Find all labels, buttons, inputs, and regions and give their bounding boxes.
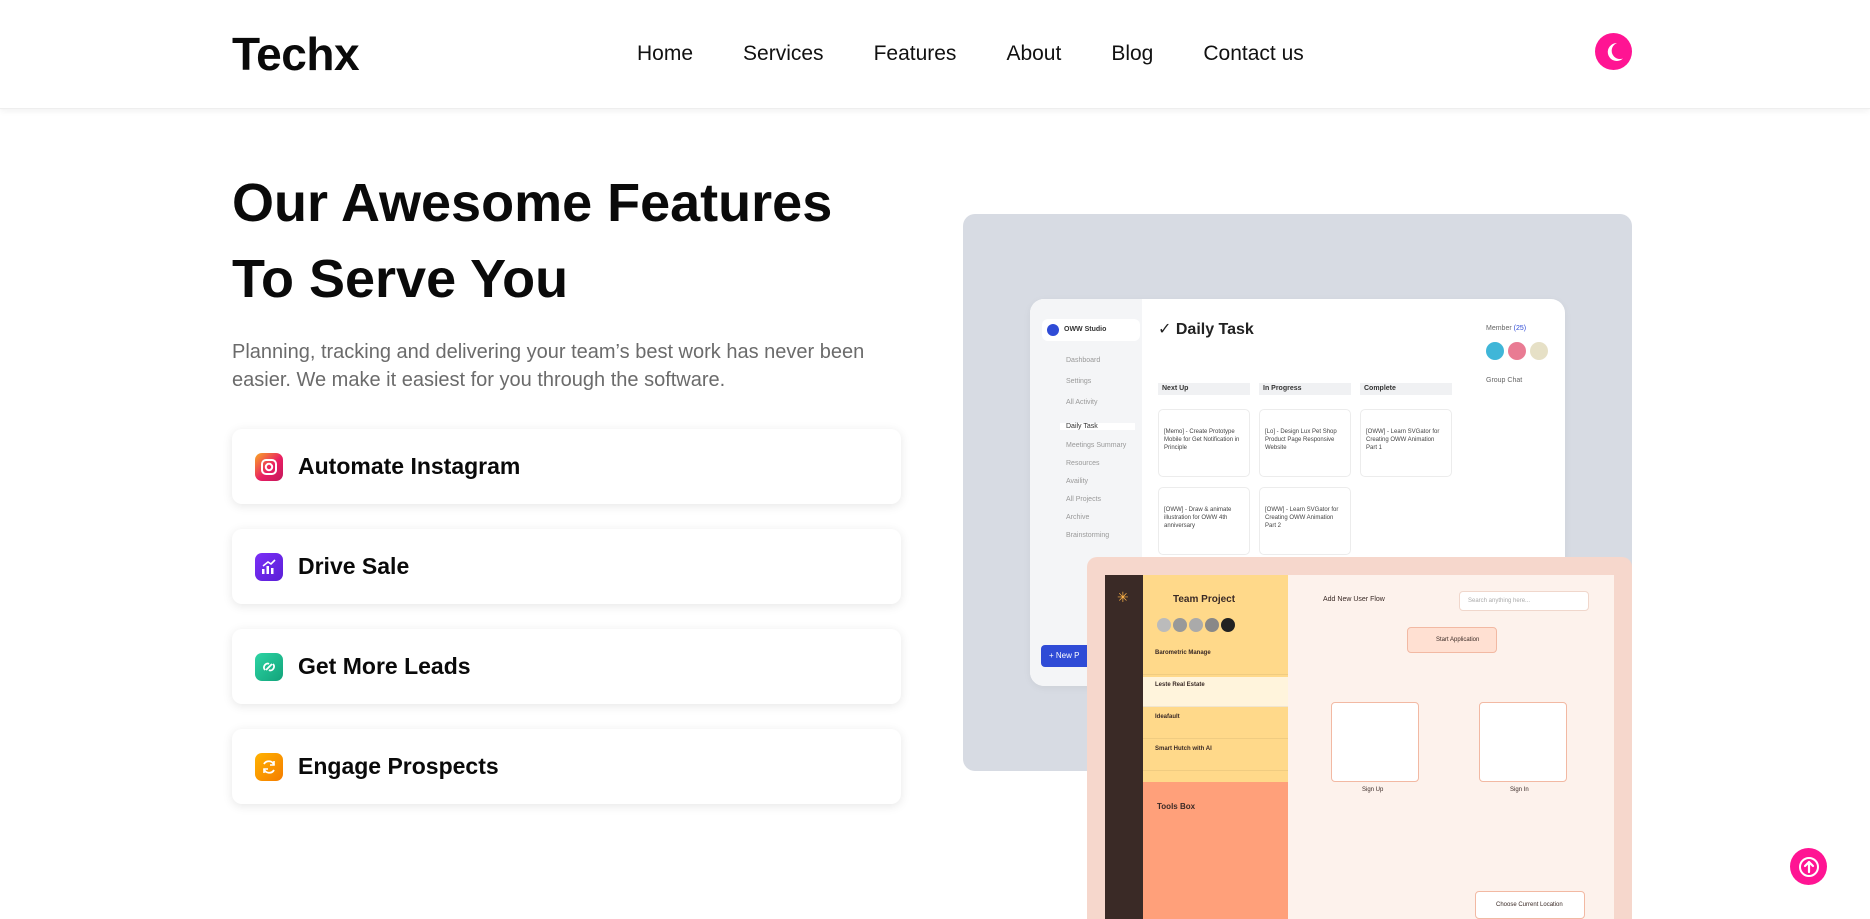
main-nav: Home Services Features About Blog Contac… xyxy=(637,40,1354,68)
team-avatars xyxy=(1157,618,1235,632)
project-row: Ideafault xyxy=(1143,709,1288,739)
arrow-up-icon xyxy=(1798,856,1819,877)
team-project-title: Team Project xyxy=(1173,594,1236,605)
avatar xyxy=(1157,618,1171,632)
title-line-2: To Serve You xyxy=(232,249,569,309)
team-project-mockup: ✳ Team Project Barometric Manage Leste R… xyxy=(1087,557,1632,919)
members-count: (25) xyxy=(1513,325,1527,332)
flow-sign-up-node: Sign Up xyxy=(1331,702,1419,793)
nav-contact[interactable]: Contact us xyxy=(1203,40,1303,68)
feature-card-prospects[interactable]: Engage Prospects xyxy=(232,729,901,804)
feature-label: Get More Leads xyxy=(298,653,471,679)
brand-logo[interactable]: Techx xyxy=(232,28,360,80)
mock-nav-item: All Projects xyxy=(1066,496,1102,503)
flow-node-label: Start Application xyxy=(1436,637,1480,643)
mock-nav-item: Resources xyxy=(1066,460,1100,467)
page-title: Our Awesome Features To Serve You xyxy=(232,165,932,317)
project-row: Smart Hutch with AI xyxy=(1143,741,1288,771)
feature-card-instagram[interactable]: Automate Instagram xyxy=(232,429,901,504)
task-card: [OWW] - Draw & animate illustration for … xyxy=(1158,487,1250,555)
project-row: Leste Real Estate xyxy=(1143,677,1288,707)
mockup-title-text: Daily Task xyxy=(1175,321,1254,338)
workspace-switcher: OWW Studio xyxy=(1042,319,1140,341)
feature-card-leads[interactable]: Get More Leads xyxy=(232,629,901,704)
refresh-icon xyxy=(255,752,283,781)
task-card: [OWW] - Learn SVGator for Creating OWW A… xyxy=(1360,409,1452,477)
nav-home[interactable]: Home xyxy=(637,40,693,68)
project-row: Barometric Manage xyxy=(1143,645,1288,675)
mock-nav-item: All Activity xyxy=(1066,399,1098,406)
mock-nav-item: Archive xyxy=(1066,514,1090,521)
link-icon xyxy=(255,652,283,681)
nav-services[interactable]: Services xyxy=(743,40,824,68)
instagram-icon xyxy=(255,452,283,481)
workspace-name: OWW Studio xyxy=(1064,326,1107,333)
chart-growth-icon xyxy=(255,552,283,581)
project-name: Smart Hutch with AI xyxy=(1155,746,1212,752)
flow-node-label: Sign In xyxy=(1510,787,1529,793)
flow-node-label: Sign Up xyxy=(1362,787,1384,793)
mock-nav-item: Daily Task xyxy=(1060,423,1135,430)
project-name: Leste Real Estate xyxy=(1155,682,1205,688)
flow-start-node: Start Application xyxy=(1407,627,1497,653)
nav-blog[interactable]: Blog xyxy=(1111,40,1153,68)
team-sidebar: ✳ xyxy=(1105,575,1143,919)
new-project-label: New P xyxy=(1055,651,1080,660)
task-card: [Memo] - Create Prototype Mobile for Get… xyxy=(1158,409,1250,477)
new-project-button: + New P xyxy=(1041,645,1091,667)
column-next-up: Next Up xyxy=(1158,383,1250,395)
task-card: [OWW] - Learn SVGator for Creating OWW A… xyxy=(1259,487,1351,555)
feature-label: Engage Prospects xyxy=(298,753,499,779)
flow-node-label: Choose Current Location xyxy=(1496,902,1563,908)
mock-nav-item: Dashboard xyxy=(1066,357,1101,364)
mock-nav-item: Meetings Summary xyxy=(1066,442,1127,449)
mock-nav-item: Availity xyxy=(1066,478,1089,485)
title-line-1: Our Awesome Features xyxy=(232,173,833,233)
project-name: Ideafault xyxy=(1155,714,1180,720)
site-header: Techx Home Services Features About Blog … xyxy=(0,0,1870,109)
project-name: Barometric Manage xyxy=(1155,650,1211,656)
mockup-title: ✓ Daily Task xyxy=(1158,321,1254,338)
members-label-text: Member xyxy=(1486,325,1512,332)
flow-location-node: Choose Current Location xyxy=(1475,891,1585,919)
mock-nav-item: Brainstorming xyxy=(1066,532,1110,539)
scroll-to-top-button[interactable] xyxy=(1790,848,1827,885)
member-avatars xyxy=(1486,342,1548,360)
tools-box-title: Tools Box xyxy=(1157,802,1196,811)
task-card: [Lo] - Design Lux Pet Shop Product Page … xyxy=(1259,409,1351,477)
feature-card-drive-sale[interactable]: Drive Sale xyxy=(232,529,901,604)
avatar xyxy=(1205,618,1219,632)
mock-nav-item: Settings xyxy=(1066,378,1092,385)
avatar xyxy=(1486,342,1504,360)
column-complete: Complete xyxy=(1360,383,1452,395)
add-flow-label: Add New User Flow xyxy=(1323,596,1385,603)
avatar xyxy=(1530,342,1548,360)
feature-label: Drive Sale xyxy=(298,553,410,579)
mock-search-box: Search anything here... xyxy=(1459,591,1589,611)
avatar xyxy=(1221,618,1235,632)
theme-toggle-button[interactable] xyxy=(1595,33,1632,70)
workspace-avatar xyxy=(1047,324,1059,336)
members-label: Member (25) xyxy=(1486,325,1526,332)
group-chat-label: Group Chat xyxy=(1486,377,1523,384)
avatar xyxy=(1189,618,1203,632)
feature-label: Automate Instagram xyxy=(298,453,521,479)
flow-sign-in-node: Sign In xyxy=(1479,702,1567,793)
nav-features[interactable]: Features xyxy=(874,40,957,68)
mock-search-placeholder: Search anything here... xyxy=(1468,598,1531,604)
avatar xyxy=(1508,342,1526,360)
nav-about[interactable]: About xyxy=(1006,40,1061,68)
avatar xyxy=(1173,618,1187,632)
column-in-progress: In Progress xyxy=(1259,383,1351,395)
moon-icon xyxy=(1607,42,1623,61)
page-subtitle: Planning, tracking and delivering your t… xyxy=(232,341,865,391)
sun-icon: ✳ xyxy=(1117,589,1129,605)
